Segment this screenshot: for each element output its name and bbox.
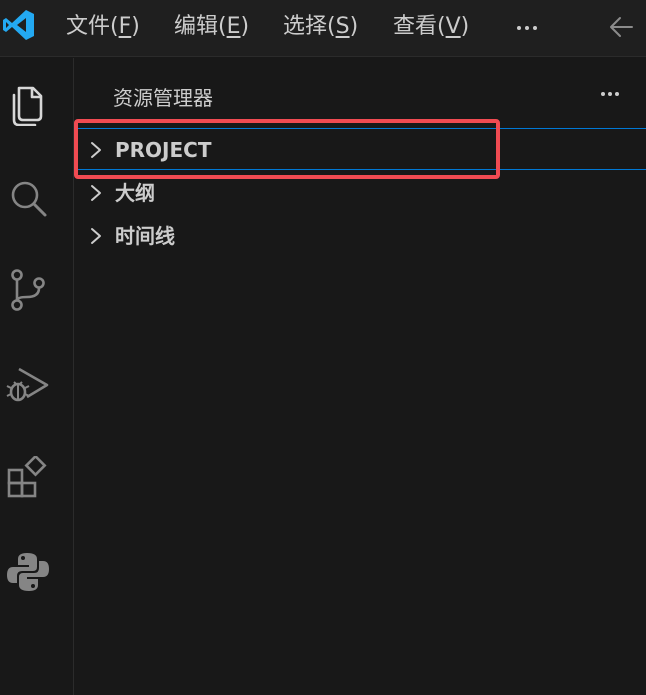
title-bar: 文件(F) 编辑(E) 选择(S) 查看(V) — [0, 0, 646, 57]
menu-file[interactable]: 文件(F) — [66, 11, 140, 43]
explorer-icon[interactable] — [5, 80, 51, 126]
section-outline[interactable]: 大纲 — [75, 172, 646, 214]
menu-selection[interactable]: 选择(S) — [283, 11, 358, 43]
python-icon[interactable] — [5, 549, 51, 595]
section-timeline[interactable]: 时间线 — [75, 215, 646, 257]
back-arrow-icon[interactable] — [606, 12, 636, 42]
chevron-right-icon — [91, 185, 101, 201]
search-icon[interactable] — [5, 175, 51, 221]
activity-bar — [0, 58, 74, 695]
section-label: 时间线 — [115, 224, 175, 248]
section-label: PROJECT — [115, 138, 212, 162]
menu-view[interactable]: 查看(V) — [393, 11, 469, 43]
explorer-sidebar: 资源管理器 PROJECT 大纲 时间线 — [75, 58, 646, 695]
source-control-icon[interactable] — [5, 267, 51, 313]
vscode-logo-icon — [3, 10, 34, 40]
chevron-right-icon — [91, 228, 101, 244]
section-label: 大纲 — [115, 181, 155, 205]
run-debug-icon[interactable] — [5, 361, 51, 407]
extensions-icon[interactable] — [5, 456, 51, 502]
chevron-right-icon — [91, 142, 101, 158]
sidebar-title: 资源管理器 — [113, 86, 213, 110]
more-menu-icon[interactable] — [512, 10, 542, 42]
menu-edit[interactable]: 编辑(E) — [174, 11, 249, 43]
section-project[interactable]: PROJECT — [75, 128, 646, 170]
sidebar-more-actions-icon[interactable] — [595, 82, 625, 106]
